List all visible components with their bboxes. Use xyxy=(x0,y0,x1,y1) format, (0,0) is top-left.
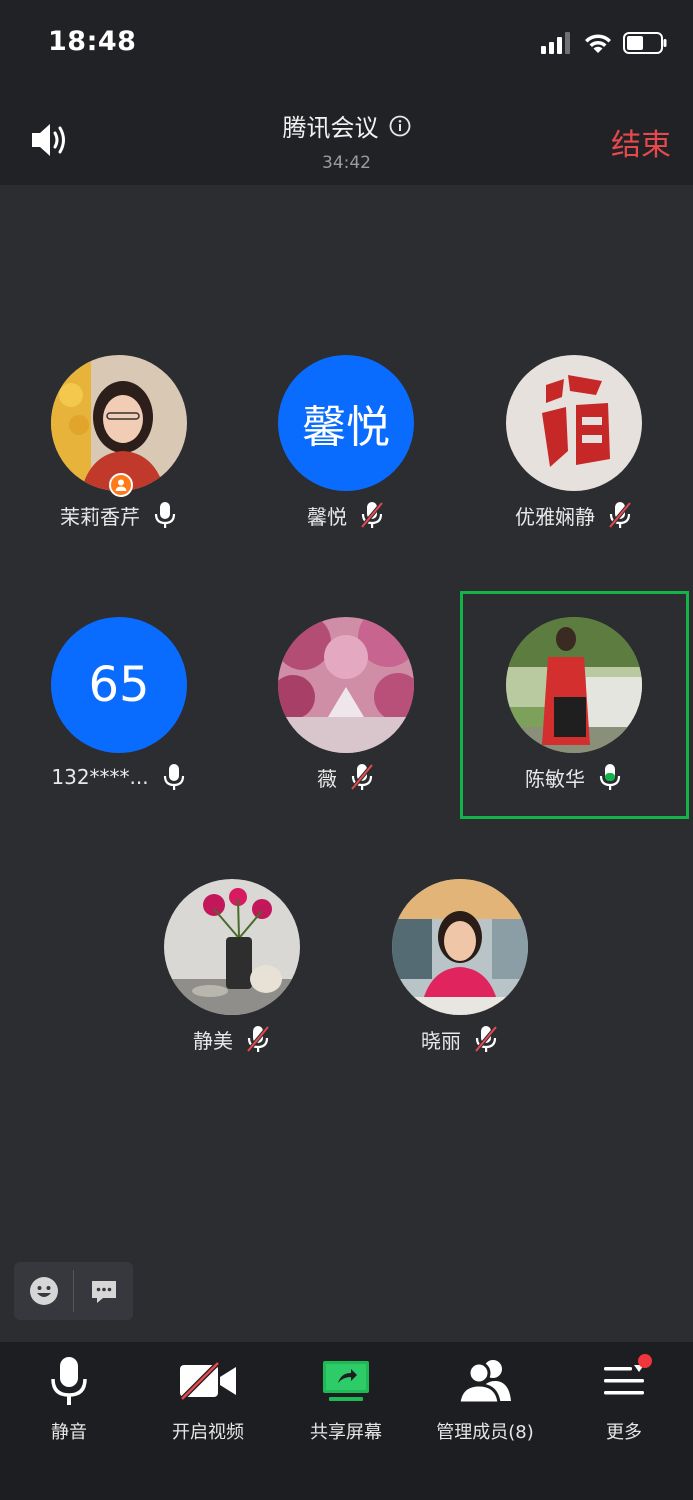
meeting-title: 腾讯会议 xyxy=(282,114,379,142)
microphone-speaking-icon xyxy=(599,764,621,790)
wifi-icon xyxy=(585,34,611,53)
video-off-icon xyxy=(180,1361,236,1401)
share-screen-icon xyxy=(323,1361,369,1401)
avatar-initials: 馨悦 xyxy=(302,402,390,453)
mute-label: 静音 xyxy=(51,1422,87,1443)
participant-name: 晓丽 xyxy=(421,1028,461,1053)
info-icon[interactable] xyxy=(389,115,411,137)
mute-button[interactable]: 静音 xyxy=(0,1354,138,1444)
notification-dot xyxy=(638,1354,652,1368)
microphone-muted-icon xyxy=(608,501,632,529)
emoji-button[interactable] xyxy=(14,1262,73,1320)
participant-tile[interactable]: 茉莉香芹 xyxy=(5,355,233,565)
emoji-icon xyxy=(29,1277,58,1305)
microphone-muted-icon xyxy=(360,501,384,529)
avatar xyxy=(506,355,642,491)
end-meeting-button[interactable]: 结束 xyxy=(611,120,671,164)
participant-tile[interactable]: 陈敏华 xyxy=(460,617,688,827)
participant-name: 薇 xyxy=(317,766,337,791)
avatar xyxy=(164,879,300,1015)
host-badge xyxy=(109,473,133,497)
avatar xyxy=(392,879,528,1015)
microphone-icon xyxy=(163,764,184,790)
participant-tile[interactable]: 晓丽 xyxy=(346,879,574,1089)
meeting-timer: 34:42 xyxy=(322,153,371,173)
participant-name: 陈敏华 xyxy=(525,766,585,791)
participant-name: 优雅娴静 xyxy=(515,504,595,529)
more-button[interactable]: 更多 xyxy=(555,1354,693,1444)
manage-members-label: 管理成员(8) xyxy=(436,1422,534,1443)
avatar xyxy=(278,617,414,753)
microphone-muted-icon xyxy=(474,1025,498,1053)
microphone-icon xyxy=(51,1357,87,1405)
chat-button[interactable] xyxy=(74,1262,133,1320)
chat-icon xyxy=(91,1281,116,1303)
participant-name: 茉莉香芹 xyxy=(60,504,140,529)
bottom-toolbar: 静音 开启视频 共享屏幕 管理成员(8) 更多 xyxy=(0,1342,693,1500)
participant-tile[interactable]: 馨悦 馨悦 xyxy=(232,355,460,565)
reaction-bar xyxy=(14,1262,133,1320)
status-time: 18:48 xyxy=(48,26,137,57)
share-screen-button[interactable]: 共享屏幕 xyxy=(277,1354,415,1444)
status-icons xyxy=(541,30,667,56)
avatar xyxy=(506,617,642,753)
avatar xyxy=(51,355,187,491)
participant-tile[interactable]: 薇 xyxy=(232,617,460,827)
menu-icon xyxy=(604,1365,644,1395)
members-icon xyxy=(457,1360,511,1405)
microphone-muted-icon xyxy=(350,763,374,791)
signal-icon xyxy=(541,32,570,54)
participant-name: 132****... xyxy=(51,765,149,789)
microphone-icon xyxy=(154,502,176,528)
participant-tile[interactable]: 静美 xyxy=(118,879,346,1089)
manage-members-button[interactable]: 管理成员(8) xyxy=(416,1354,554,1444)
battery-icon xyxy=(623,32,667,54)
avatar: 65 xyxy=(51,617,187,753)
meeting-title-area: 腾讯会议 34:42 xyxy=(0,108,693,173)
participant-tile[interactable]: 65 132****... xyxy=(5,617,233,827)
more-label: 更多 xyxy=(606,1422,642,1443)
avatar: 馨悦 xyxy=(278,355,414,491)
participant-name: 静美 xyxy=(193,1028,233,1053)
participant-tile[interactable]: 优雅娴静 xyxy=(460,355,688,565)
start-video-label: 开启视频 xyxy=(172,1422,244,1443)
microphone-muted-icon xyxy=(246,1025,270,1053)
avatar-initials: 65 xyxy=(88,657,150,713)
share-screen-label: 共享屏幕 xyxy=(310,1422,382,1443)
start-video-button[interactable]: 开启视频 xyxy=(139,1354,277,1444)
top-bar: 18:48 腾讯会议 34:42 结束 xyxy=(0,0,693,185)
participant-name: 馨悦 xyxy=(307,504,347,529)
